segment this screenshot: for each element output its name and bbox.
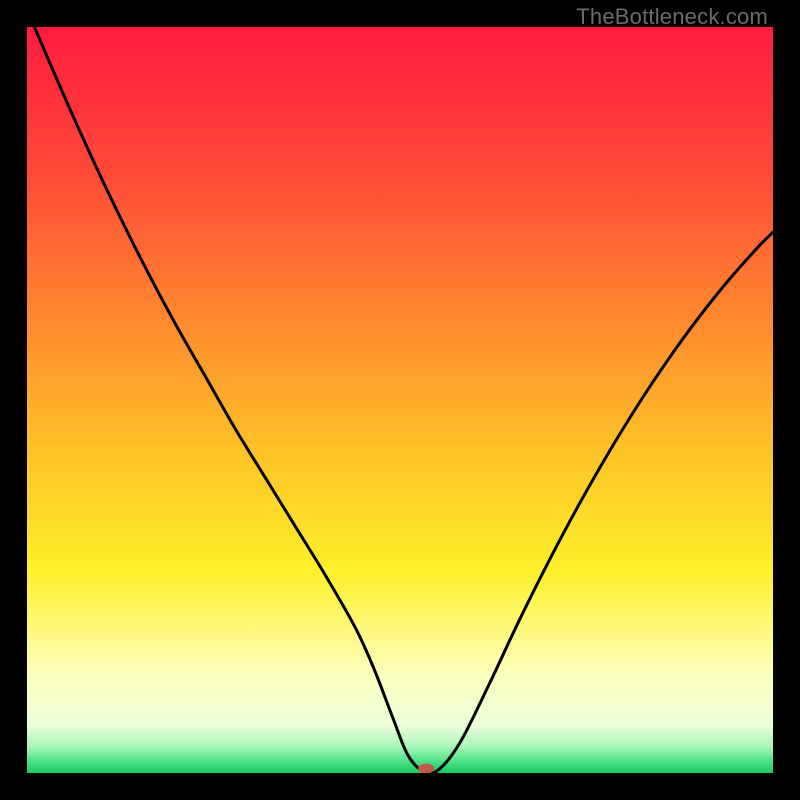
- chart-svg: [27, 27, 773, 773]
- plot-area: [27, 27, 773, 773]
- chart-frame: TheBottleneck.com: [0, 0, 800, 800]
- gradient-background: [27, 27, 773, 773]
- watermark-text: TheBottleneck.com: [576, 4, 768, 30]
